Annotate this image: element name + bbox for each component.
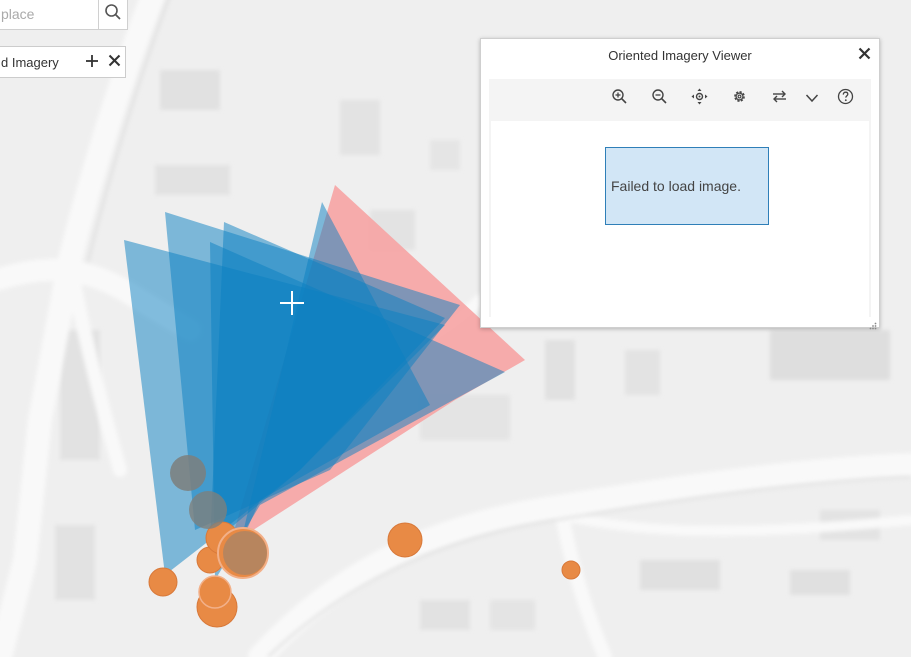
add-button[interactable] — [81, 47, 103, 77]
pan-icon — [691, 88, 708, 110]
layer-chip-label: d Imagery — [1, 54, 59, 70]
viewer-body: Failed to load image. — [489, 79, 871, 317]
close-icon — [858, 47, 871, 63]
more-tools-button[interactable] — [803, 83, 821, 115]
chevron-down-icon — [805, 90, 819, 108]
zoom-out-button[interactable] — [643, 83, 675, 115]
close-layer-button[interactable] — [103, 47, 125, 77]
viewer-toolbar — [489, 79, 871, 119]
pan-button[interactable] — [683, 83, 715, 115]
swap-icon — [771, 88, 788, 110]
point-orange — [198, 575, 232, 609]
search-input[interactable] — [0, 0, 99, 28]
help-icon — [837, 88, 854, 110]
point-gray — [170, 455, 206, 491]
point-orange — [387, 522, 423, 558]
viewer-close-button[interactable] — [855, 46, 873, 64]
zoom-in-button[interactable] — [603, 83, 635, 115]
point-gray — [223, 531, 267, 575]
point-gray — [189, 491, 227, 529]
zoom-in-icon — [611, 88, 628, 110]
search-widget — [0, 0, 128, 30]
plus-icon — [85, 54, 99, 71]
point-orange — [561, 560, 581, 580]
swap-button[interactable] — [763, 83, 795, 115]
viewer-title: Oriented Imagery Viewer — [608, 47, 752, 63]
resize-handle-icon[interactable] — [869, 317, 877, 330]
settings-icon — [731, 88, 748, 110]
close-icon — [108, 54, 121, 70]
search-button[interactable] — [98, 0, 127, 29]
load-error-message: Failed to load image. — [605, 147, 769, 225]
point-orange — [148, 567, 178, 597]
image-canvas[interactable]: Failed to load image. — [491, 121, 869, 317]
oriented-imagery-layer-chip: d Imagery — [0, 46, 126, 78]
search-icon — [104, 3, 122, 26]
viewer-header: Oriented Imagery Viewer — [481, 39, 879, 71]
zoom-out-icon — [651, 88, 668, 110]
oriented-imagery-viewer: Oriented Imagery Viewer Failed to load i… — [480, 38, 880, 330]
help-button[interactable] — [829, 83, 861, 115]
settings-button[interactable] — [723, 83, 755, 115]
